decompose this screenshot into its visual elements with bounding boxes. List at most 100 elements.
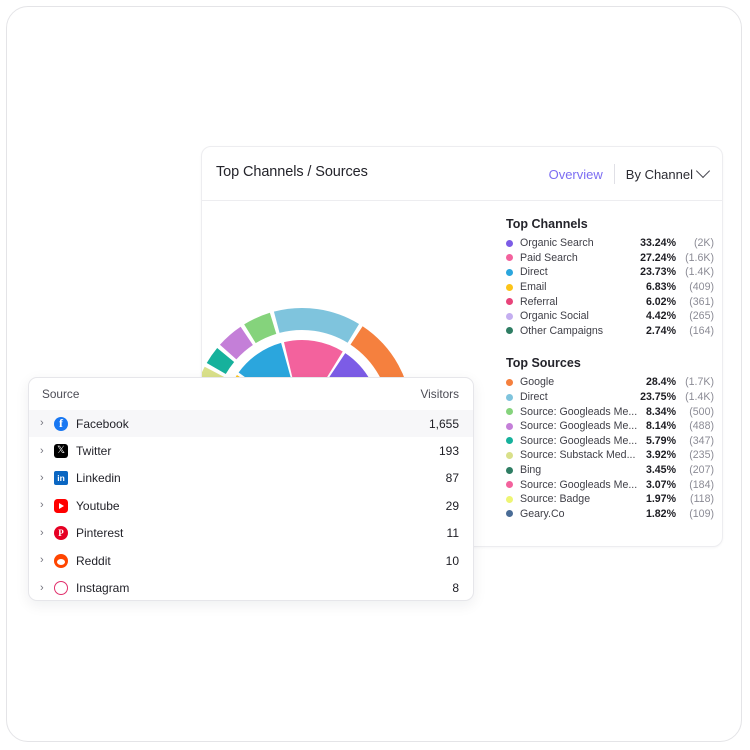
- legend-item[interactable]: Organic Social 4.42% (265): [506, 309, 714, 324]
- legend-item[interactable]: Organic Search 33.24% (2K): [506, 236, 714, 251]
- legend-count: (488): [689, 420, 714, 433]
- visitors-value: 8: [452, 581, 459, 596]
- legend-label: Email: [520, 281, 547, 294]
- legend-count: (2K): [693, 237, 714, 250]
- legend-title-sources: Top Sources: [506, 356, 581, 371]
- visitors-value: 11: [446, 526, 459, 541]
- table-body: › Facebook 1,655 › Twitter 193 › Linkedin 87 › You…: [29, 410, 473, 600]
- by-channel-select[interactable]: By Channel: [615, 163, 711, 182]
- legend-label: Source: Googleads Me...: [520, 420, 638, 433]
- legend-color-dot: [506, 495, 513, 503]
- linkedin-icon: [54, 471, 68, 486]
- legend-percent: 1.97%: [645, 493, 676, 506]
- table-row[interactable]: › Linkedin 87: [29, 465, 473, 492]
- legend-item[interactable]: Source: Googleads Me... 5.79% (347): [506, 434, 714, 449]
- legend-color-dot: [506, 422, 513, 430]
- legend-percent: 23.75%: [640, 391, 676, 404]
- legend-title-channels: Top Channels: [506, 217, 588, 231]
- legend-count: (235): [689, 449, 714, 462]
- legend-item[interactable]: Source: Googleads Me... 3.07% (184): [506, 477, 714, 492]
- legend-label: Organic Social: [520, 310, 589, 323]
- twitter-x-icon: [54, 444, 68, 459]
- legend-count: (500): [689, 405, 714, 418]
- table-row[interactable]: › Instagram 8: [29, 574, 473, 600]
- legend-color-dot: [506, 378, 513, 386]
- legend-label: Source: Googleads Me...: [520, 405, 638, 418]
- legend-label: Other Campaigns: [520, 324, 604, 337]
- column-header-source: Source: [42, 387, 80, 401]
- tab-overview[interactable]: Overview: [549, 167, 614, 182]
- legend-label: Geary.Co: [520, 507, 565, 520]
- table-header-row: Source Visitors: [29, 378, 473, 410]
- source-name: Youtube: [76, 498, 120, 513]
- legend-label: Source: Substack Med...: [520, 449, 636, 462]
- legend-label: Bing: [520, 464, 542, 477]
- legend-item[interactable]: Source: Badge 1.97% (118): [506, 492, 714, 507]
- legend-percent: 5.79%: [645, 434, 676, 447]
- legend-percent: 6.02%: [645, 295, 676, 308]
- expand-chevron-icon[interactable]: ›: [40, 527, 54, 539]
- page-root: Top Channels / Sources Overview By Chann…: [0, 0, 750, 750]
- legend-color-dot: [506, 268, 513, 276]
- legend-item[interactable]: Source: Substack Med... 3.92% (235): [506, 448, 714, 463]
- legend-count: (347): [689, 434, 714, 447]
- source-name: Linkedin: [76, 471, 121, 486]
- legend-count: (207): [689, 464, 714, 477]
- card-header: Top Channels / Sources Overview By Chann…: [202, 147, 722, 201]
- source-name: Instagram: [76, 581, 130, 596]
- legend-label: Source: Googleads Me...: [520, 478, 638, 491]
- by-channel-label: By Channel: [625, 166, 693, 182]
- legend-color-dot: [506, 466, 513, 474]
- legend-color-dot: [506, 298, 513, 306]
- legend-item[interactable]: Direct 23.73% (1.4K): [506, 265, 714, 280]
- legend-color-dot: [506, 408, 513, 416]
- legend-label: Direct: [520, 266, 548, 279]
- expand-chevron-icon[interactable]: ›: [40, 555, 54, 566]
- legend-item[interactable]: Geary.Co 1.82% (109): [506, 507, 714, 522]
- legend-column: Top Channels Organic Search 33.24% (2K) Pai…: [506, 217, 714, 521]
- expand-chevron-icon[interactable]: ›: [40, 472, 54, 484]
- donut-slice[interactable]: [244, 312, 277, 344]
- legend-color-dot: [506, 254, 513, 262]
- legend-item[interactable]: Direct 23.75% (1.4K): [506, 390, 714, 405]
- legend-top-sources: Top Sources Google 28.4% (1.7K) Direct 23.75…: [506, 356, 714, 521]
- table-row[interactable]: › Twitter 193: [29, 437, 473, 464]
- legend-color-dot: [506, 451, 513, 459]
- legend-count: (1.6K): [685, 251, 714, 264]
- legend-color-dot: [506, 510, 513, 518]
- legend-item[interactable]: Bing 3.45% (207): [506, 463, 714, 478]
- table-row[interactable]: › Youtube 29: [29, 492, 473, 519]
- legend-item[interactable]: Paid Search 27.24% (1.6K): [506, 251, 714, 266]
- table-row[interactable]: › Reddit 10: [29, 547, 473, 574]
- legend-item[interactable]: Email 6.83% (409): [506, 280, 714, 295]
- table-row[interactable]: › Facebook 1,655: [29, 410, 473, 438]
- legend-count: (409): [689, 281, 714, 294]
- legend-count: (1.4K): [685, 391, 714, 404]
- source-name: Twitter: [76, 444, 112, 459]
- source-name: Facebook: [76, 416, 129, 431]
- legend-item[interactable]: Google 28.4% (1.7K): [506, 375, 714, 390]
- visitors-value: 193: [438, 444, 459, 459]
- legend-color-dot: [506, 327, 513, 335]
- legend-item[interactable]: Other Campaigns 2.74% (164): [506, 324, 714, 339]
- expand-chevron-icon[interactable]: ›: [40, 500, 54, 511]
- expand-chevron-icon[interactable]: ›: [40, 418, 54, 429]
- legend-count: (109): [689, 507, 714, 520]
- legend-label: Source: Googleads Me...: [520, 434, 638, 447]
- legend-label: Organic Search: [520, 237, 594, 250]
- visitors-value: 87: [445, 471, 459, 486]
- legend-percent: 8.14%: [645, 420, 676, 433]
- column-header-visitors: Visitors: [420, 387, 459, 401]
- legend-item[interactable]: Source: Googleads Me... 8.14% (488): [506, 419, 714, 434]
- legend-item[interactable]: Source: Googleads Me... 8.34% (500): [506, 404, 714, 419]
- expand-chevron-icon[interactable]: ›: [40, 445, 54, 457]
- legend-percent: 8.34%: [645, 405, 676, 418]
- legend-percent: 6.83%: [645, 281, 676, 294]
- youtube-icon: [54, 498, 68, 513]
- donut-slice[interactable]: [273, 308, 360, 343]
- expand-chevron-icon[interactable]: ›: [40, 582, 54, 594]
- legend-item[interactable]: Referral 6.02% (361): [506, 294, 714, 309]
- page-title: Top Channels / Sources: [216, 164, 368, 180]
- legend-count: (265): [689, 310, 714, 323]
- table-row[interactable]: › Pinterest 11: [29, 520, 473, 547]
